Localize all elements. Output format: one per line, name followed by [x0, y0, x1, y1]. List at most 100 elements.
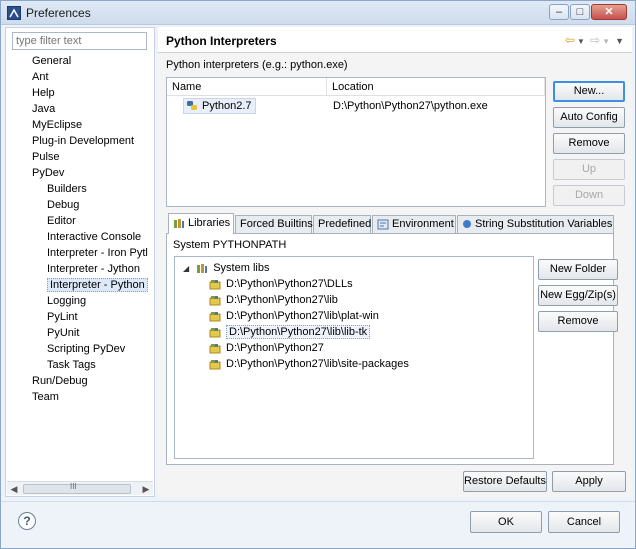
- folder-library-icon: [209, 311, 221, 322]
- column-header-location[interactable]: Location: [327, 78, 545, 96]
- scroll-thumb[interactable]: III: [23, 482, 131, 494]
- filter-input[interactable]: [12, 32, 147, 50]
- path-label: D:\Python\Python27\lib\site-packages: [226, 358, 409, 370]
- tree-item[interactable]: Debug: [6, 197, 154, 213]
- tab-string-substitution[interactable]: String Substitution Variables: [457, 215, 614, 233]
- tree-item[interactable]: PyLint: [6, 309, 154, 325]
- path-label: D:\Python\Python27\lib\lib-tk: [226, 325, 371, 339]
- tree-item[interactable]: Interactive Console: [6, 229, 154, 245]
- tree-item[interactable]: Interpreter - Jython: [6, 261, 154, 277]
- tree-item[interactable]: Pulse: [6, 149, 154, 165]
- tree-item-label: Plug-in Development: [32, 135, 135, 147]
- variables-icon: [463, 220, 471, 229]
- path-label: D:\Python\Python27\DLLs: [226, 278, 353, 290]
- restore-defaults-button[interactable]: Restore Defaults: [463, 471, 547, 492]
- new-interpreter-button[interactable]: New...: [553, 81, 625, 102]
- tree-item-label: Ant: [32, 71, 49, 83]
- tree-item[interactable]: PyDev: [6, 165, 154, 181]
- tree-item[interactable]: MyEclipse: [6, 117, 154, 133]
- cancel-button[interactable]: Cancel: [548, 511, 620, 533]
- libraries-icon: [174, 218, 184, 228]
- dialog-button-bar: ? OK Cancel: [1, 501, 635, 548]
- tree-item-label: Pulse: [32, 151, 60, 163]
- new-egg-zip-button[interactable]: New Egg/Zip(s): [538, 285, 618, 306]
- view-menu-icon[interactable]: ▼: [615, 34, 624, 48]
- pythonpath-tree: ◢ System libs D:\Python\Python27\DLLs D:\…: [174, 256, 534, 459]
- back-dropdown-icon[interactable]: ▼: [577, 35, 585, 49]
- close-button[interactable]: ✕: [591, 4, 627, 20]
- interpreter-location: D:\Python\Python27\python.exe: [333, 100, 488, 112]
- tree-item[interactable]: Interpreter - Iron Pytl: [6, 245, 154, 261]
- tree-item[interactable]: Ant: [6, 69, 154, 85]
- tree-item[interactable]: Task Tags: [6, 357, 154, 373]
- title-bar: Preferences – □ ✕: [1, 1, 635, 25]
- column-header-name[interactable]: Name: [167, 78, 327, 96]
- tree-item[interactable]: Team: [6, 389, 154, 405]
- forward-dropdown-icon[interactable]: ▼: [602, 35, 610, 49]
- down-button[interactable]: Down: [553, 185, 625, 206]
- help-icon[interactable]: ?: [18, 512, 36, 530]
- tree-item-label: PyDev: [32, 167, 65, 179]
- scroll-right-icon[interactable]: ▶: [139, 482, 153, 496]
- path-item[interactable]: D:\Python\Python27\lib\lib-tk: [209, 324, 371, 340]
- table-row[interactable]: Python2.7 D:\Python\Python27\python.exe: [167, 97, 545, 115]
- tab-environment[interactable]: Environment: [372, 215, 456, 233]
- folder-library-icon: [209, 343, 221, 354]
- forward-arrow-icon[interactable]: ⇨: [590, 33, 600, 47]
- system-libs-node[interactable]: ◢ System libs: [175, 260, 269, 276]
- up-button[interactable]: Up: [553, 159, 625, 180]
- path-item[interactable]: D:\Python\Python27\lib\plat-win: [209, 308, 379, 324]
- collapse-icon[interactable]: ◢: [183, 264, 189, 273]
- path-label: D:\Python\Python27\lib: [226, 294, 338, 306]
- tree-item-label: Builders: [47, 183, 87, 195]
- tab-predefined[interactable]: Predefined: [313, 215, 371, 233]
- tree-item-label: Java: [32, 103, 56, 115]
- tab-forced-builtins[interactable]: Forced Builtins: [235, 215, 313, 233]
- interpreters-label: Python interpreters (e.g.: python.exe): [166, 59, 348, 71]
- eclipse-app-icon: [7, 6, 21, 20]
- path-item[interactable]: D:\Python\Python27\DLLs: [209, 276, 353, 292]
- new-folder-button[interactable]: New Folder: [538, 259, 618, 280]
- auto-config-button[interactable]: Auto Config: [553, 107, 625, 128]
- scroll-left-icon[interactable]: ◀: [7, 482, 21, 496]
- tab-label: Forced Builtins: [240, 218, 313, 230]
- tree-item[interactable]: Help: [6, 85, 154, 101]
- tab-libraries[interactable]: Libraries: [168, 213, 234, 234]
- tree-item-label: Team: [32, 391, 59, 403]
- folder-library-icon: [209, 279, 221, 290]
- preferences-window: Preferences – □ ✕ General Ant Help Java MyEc…: [0, 0, 636, 549]
- path-label: D:\Python\Python27: [226, 342, 324, 354]
- tree-item-label: General: [32, 55, 72, 67]
- path-item[interactable]: D:\Python\Python27: [209, 340, 324, 356]
- tree-horizontal-scrollbar[interactable]: ◀ III ▶: [7, 481, 153, 495]
- tree-item-label: Interpreter - Jython: [47, 263, 140, 275]
- page-title: Python Interpreters: [166, 34, 277, 48]
- path-item[interactable]: D:\Python\Python27\lib: [209, 292, 338, 308]
- tree-item-label: Run/Debug: [32, 375, 88, 387]
- interpreter-tabs: Libraries Forced Builtins Predefined Env…: [166, 213, 614, 234]
- minimize-button[interactable]: –: [549, 4, 569, 20]
- apply-button[interactable]: Apply: [552, 471, 626, 492]
- tree-item[interactable]: Logging: [6, 293, 154, 309]
- tree-item[interactable]: Run/Debug: [6, 373, 154, 389]
- tree-item[interactable]: PyUnit: [6, 325, 154, 341]
- remove-path-button[interactable]: Remove: [538, 311, 618, 332]
- tab-label: Predefined: [318, 218, 372, 230]
- back-arrow-icon[interactable]: ⇦: [565, 33, 575, 47]
- tree-item[interactable]: Editor: [6, 213, 154, 229]
- tree-item-label: Interactive Console: [47, 231, 142, 243]
- ok-button[interactable]: OK: [470, 511, 542, 533]
- tree-item[interactable]: Java: [6, 101, 154, 117]
- tree-item-label: Interpreter - Iron Pytl: [47, 247, 148, 259]
- tree-item[interactable]: Builders: [6, 181, 154, 197]
- path-item[interactable]: D:\Python\Python27\lib\site-packages: [209, 356, 409, 372]
- tree-item[interactable]: Scripting PyDev: [6, 341, 154, 357]
- maximize-button[interactable]: □: [570, 4, 590, 20]
- remove-interpreter-button[interactable]: Remove: [553, 133, 625, 154]
- path-label: D:\Python\Python27\lib\plat-win: [226, 310, 379, 322]
- tree-item[interactable]: Interpreter - Python: [6, 277, 154, 293]
- tab-label: Environment: [392, 218, 454, 230]
- tree-item[interactable]: General: [6, 53, 154, 69]
- interpreter-name: Python2.7: [202, 100, 252, 112]
- tree-item[interactable]: Plug-in Development: [6, 133, 154, 149]
